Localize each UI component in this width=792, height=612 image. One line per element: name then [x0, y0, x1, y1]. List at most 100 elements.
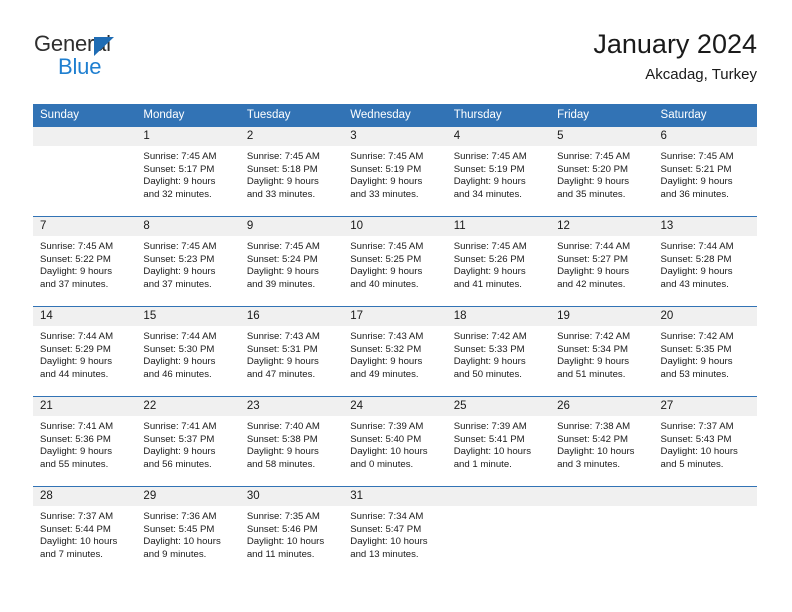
- weekday-header-wednesday: Wednesday: [343, 104, 447, 127]
- calendar-day-cell[interactable]: 25 Sunrise: 7:39 AM Sunset: 5:41 PM Dayligh…: [446, 396, 551, 487]
- sunset-time: Sunset: 5:26 PM: [453, 253, 525, 265]
- daylight-duration-line1: Daylight: 9 hours: [557, 266, 630, 278]
- calendar-day-cell[interactable]: 20 Sunrise: 7:42 AM Sunset: 5:35 PM Dayligh…: [653, 306, 757, 397]
- calendar-day-cell[interactable]: 29 Sunrise: 7:36 AM Sunset: 5:45 PM Dayligh…: [136, 486, 240, 576]
- sunset-time: Sunset: 5:47 PM: [350, 523, 422, 535]
- sunrise-time: Sunrise: 7:44 AM: [557, 241, 631, 252]
- calendar-day-cell[interactable]: 23 Sunrise: 7:40 AM Sunset: 5:38 PM Dayligh…: [239, 396, 344, 487]
- calendar-day-cell-empty: [33, 126, 137, 217]
- daylight-duration-line1: Daylight: 10 hours: [40, 536, 118, 548]
- calendar-day-cell[interactable]: 9 Sunrise: 7:45 AM Sunset: 5:24 PM Daylight…: [239, 216, 344, 307]
- daylight-duration-line2: and 50 minutes.: [453, 368, 522, 380]
- calendar-day-cell[interactable]: 6 Sunrise: 7:45 AM Sunset: 5:21 PM Daylight…: [653, 126, 757, 217]
- calendar-page: General Blue January 2024 Akcadag, Turke…: [0, 0, 792, 612]
- daylight-duration-line2: and 33 minutes.: [350, 188, 419, 200]
- daylight-duration-line1: Daylight: 9 hours: [246, 266, 319, 278]
- daylight-duration-line1: Daylight: 9 hours: [246, 356, 319, 368]
- day-details: Sunrise: 7:44 AM Sunset: 5:27 PM Daylight:…: [550, 236, 653, 291]
- calendar-day-cell[interactable]: 26 Sunrise: 7:38 AM Sunset: 5:42 PM Dayligh…: [550, 396, 654, 487]
- calendar-day-cell[interactable]: 1 Sunrise: 7:45 AM Sunset: 5:17 PM Daylight…: [136, 126, 240, 217]
- sunset-time: Sunset: 5:23 PM: [143, 253, 215, 265]
- day-number: 29: [136, 487, 240, 506]
- sunrise-time: Sunrise: 7:45 AM: [143, 151, 217, 162]
- sunrise-time: Sunrise: 7:38 AM: [557, 421, 631, 432]
- calendar-day-cell[interactable]: 15 Sunrise: 7:44 AM Sunset: 5:30 PM Dayligh…: [136, 306, 240, 397]
- day-number: 30: [239, 487, 344, 506]
- calendar-day-cell[interactable]: 16 Sunrise: 7:43 AM Sunset: 5:31 PM Dayligh…: [239, 306, 344, 397]
- sunrise-time: Sunrise: 7:45 AM: [350, 151, 424, 162]
- logo-text-blue: Blue: [58, 54, 102, 79]
- daylight-duration-line2: and 41 minutes.: [453, 278, 522, 290]
- daylight-duration-line2: and 55 minutes.: [40, 458, 109, 470]
- calendar-day-cell[interactable]: 3 Sunrise: 7:45 AM Sunset: 5:19 PM Daylight…: [343, 126, 447, 217]
- day-details: Sunrise: 7:41 AM Sunset: 5:37 PM Daylight:…: [136, 416, 239, 471]
- daylight-duration-line1: Daylight: 9 hours: [453, 356, 526, 368]
- calendar-day-cell[interactable]: 4 Sunrise: 7:45 AM Sunset: 5:19 PM Daylight…: [446, 126, 551, 217]
- calendar-day-cell[interactable]: 27 Sunrise: 7:37 AM Sunset: 5:43 PM Dayligh…: [653, 396, 757, 487]
- calendar-day-cell[interactable]: 24 Sunrise: 7:39 AM Sunset: 5:40 PM Dayligh…: [343, 396, 447, 487]
- daylight-duration-line2: and 33 minutes.: [246, 188, 316, 200]
- calendar-day-cell[interactable]: 7 Sunrise: 7:45 AM Sunset: 5:22 PM Daylight…: [33, 216, 137, 307]
- calendar-day-cell[interactable]: 19 Sunrise: 7:42 AM Sunset: 5:34 PM Dayligh…: [550, 306, 654, 397]
- daylight-duration-line1: Daylight: 10 hours: [350, 536, 428, 548]
- daylight-duration-line2: and 9 minutes.: [143, 548, 207, 560]
- daylight-duration-line1: Daylight: 9 hours: [143, 176, 216, 188]
- day-number: 23: [239, 397, 344, 416]
- sunset-time: Sunset: 5:25 PM: [350, 253, 422, 265]
- weekday-header-row: Sunday Monday Tuesday Wednesday Thursday…: [33, 104, 757, 127]
- sunrise-time: Sunrise: 7:37 AM: [660, 421, 734, 432]
- day-number: 21: [33, 397, 137, 416]
- calendar-day-cell[interactable]: 21 Sunrise: 7:41 AM Sunset: 5:36 PM Dayligh…: [33, 396, 137, 487]
- weekday-header-friday: Friday: [550, 104, 654, 127]
- sunset-time: Sunset: 5:30 PM: [143, 343, 215, 355]
- day-number: 11: [446, 217, 551, 236]
- calendar-day-cell[interactable]: 11 Sunrise: 7:45 AM Sunset: 5:26 PM Dayligh…: [446, 216, 551, 307]
- calendar-day-cell[interactable]: 22 Sunrise: 7:41 AM Sunset: 5:37 PM Dayligh…: [136, 396, 240, 487]
- day-number: 7: [33, 217, 137, 236]
- calendar-day-cell[interactable]: 28 Sunrise: 7:37 AM Sunset: 5:44 PM Dayligh…: [33, 486, 137, 576]
- sunset-time: Sunset: 5:20 PM: [557, 163, 629, 175]
- sunset-time: Sunset: 5:46 PM: [246, 523, 318, 535]
- day-number: 9: [239, 217, 344, 236]
- sunrise-time: Sunrise: 7:35 AM: [246, 511, 320, 522]
- sunrise-time: Sunrise: 7:45 AM: [246, 241, 320, 252]
- weekday-header-saturday: Saturday: [653, 104, 757, 127]
- day-number: 1: [136, 127, 240, 146]
- day-number: 26: [550, 397, 654, 416]
- day-number: 20: [653, 307, 757, 326]
- daylight-duration-line2: and 51 minutes.: [557, 368, 626, 380]
- sunrise-time: Sunrise: 7:43 AM: [246, 331, 320, 342]
- sunrise-time: Sunrise: 7:42 AM: [557, 331, 631, 342]
- day-details: Sunrise: 7:45 AM Sunset: 5:20 PM Daylight:…: [550, 146, 653, 201]
- daylight-duration-line1: Daylight: 10 hours: [453, 446, 532, 458]
- daylight-duration-line2: and 3 minutes.: [557, 458, 621, 470]
- day-number: 6: [653, 127, 757, 146]
- calendar-day-cell[interactable]: 8 Sunrise: 7:45 AM Sunset: 5:23 PM Daylight…: [136, 216, 240, 307]
- calendar-day-cell[interactable]: 14 Sunrise: 7:44 AM Sunset: 5:29 PM Dayligh…: [33, 306, 137, 397]
- day-number: 14: [33, 307, 137, 326]
- calendar-day-cell[interactable]: 18 Sunrise: 7:42 AM Sunset: 5:33 PM Dayligh…: [446, 306, 551, 397]
- calendar-day-cell[interactable]: 10 Sunrise: 7:45 AM Sunset: 5:25 PM Dayligh…: [343, 216, 447, 307]
- calendar-day-cell[interactable]: 30 Sunrise: 7:35 AM Sunset: 5:46 PM Dayligh…: [239, 486, 344, 576]
- calendar-day-cell[interactable]: 17 Sunrise: 7:43 AM Sunset: 5:32 PM Dayligh…: [343, 306, 447, 397]
- calendar-day-cell[interactable]: 12 Sunrise: 7:44 AM Sunset: 5:27 PM Dayligh…: [550, 216, 654, 307]
- sunrise-time: Sunrise: 7:42 AM: [660, 331, 734, 342]
- daylight-duration-line1: Daylight: 9 hours: [350, 176, 423, 188]
- sunset-time: Sunset: 5:19 PM: [453, 163, 525, 175]
- calendar-day-cell[interactable]: 31 Sunrise: 7:34 AM Sunset: 5:47 PM Dayligh…: [343, 486, 447, 576]
- calendar-day-cell[interactable]: 2 Sunrise: 7:45 AM Sunset: 5:18 PM Daylight…: [239, 126, 344, 217]
- daylight-duration-line1: Daylight: 9 hours: [40, 266, 112, 278]
- daylight-duration-line1: Daylight: 9 hours: [660, 356, 733, 368]
- daylight-duration-line1: Daylight: 9 hours: [143, 356, 216, 368]
- calendar-day-cell[interactable]: 5 Sunrise: 7:45 AM Sunset: 5:20 PM Daylight…: [550, 126, 654, 217]
- day-details: Sunrise: 7:39 AM Sunset: 5:41 PM Daylight:…: [447, 416, 550, 471]
- calendar-day-cell-empty: [446, 486, 551, 576]
- daylight-duration-line2: and 11 minutes.: [246, 548, 315, 560]
- day-number: 15: [136, 307, 240, 326]
- calendar-day-cell-empty: [550, 486, 654, 576]
- calendar-day-cell[interactable]: 13 Sunrise: 7:44 AM Sunset: 5:28 PM Dayligh…: [653, 216, 757, 307]
- sunrise-time: Sunrise: 7:45 AM: [143, 241, 217, 252]
- general-blue-logo[interactable]: General Blue: [34, 32, 244, 88]
- day-details: Sunrise: 7:44 AM Sunset: 5:28 PM Daylight:…: [654, 236, 757, 291]
- calendar-body: 1 Sunrise: 7:45 AM Sunset: 5:17 PM Daylight…: [33, 126, 757, 576]
